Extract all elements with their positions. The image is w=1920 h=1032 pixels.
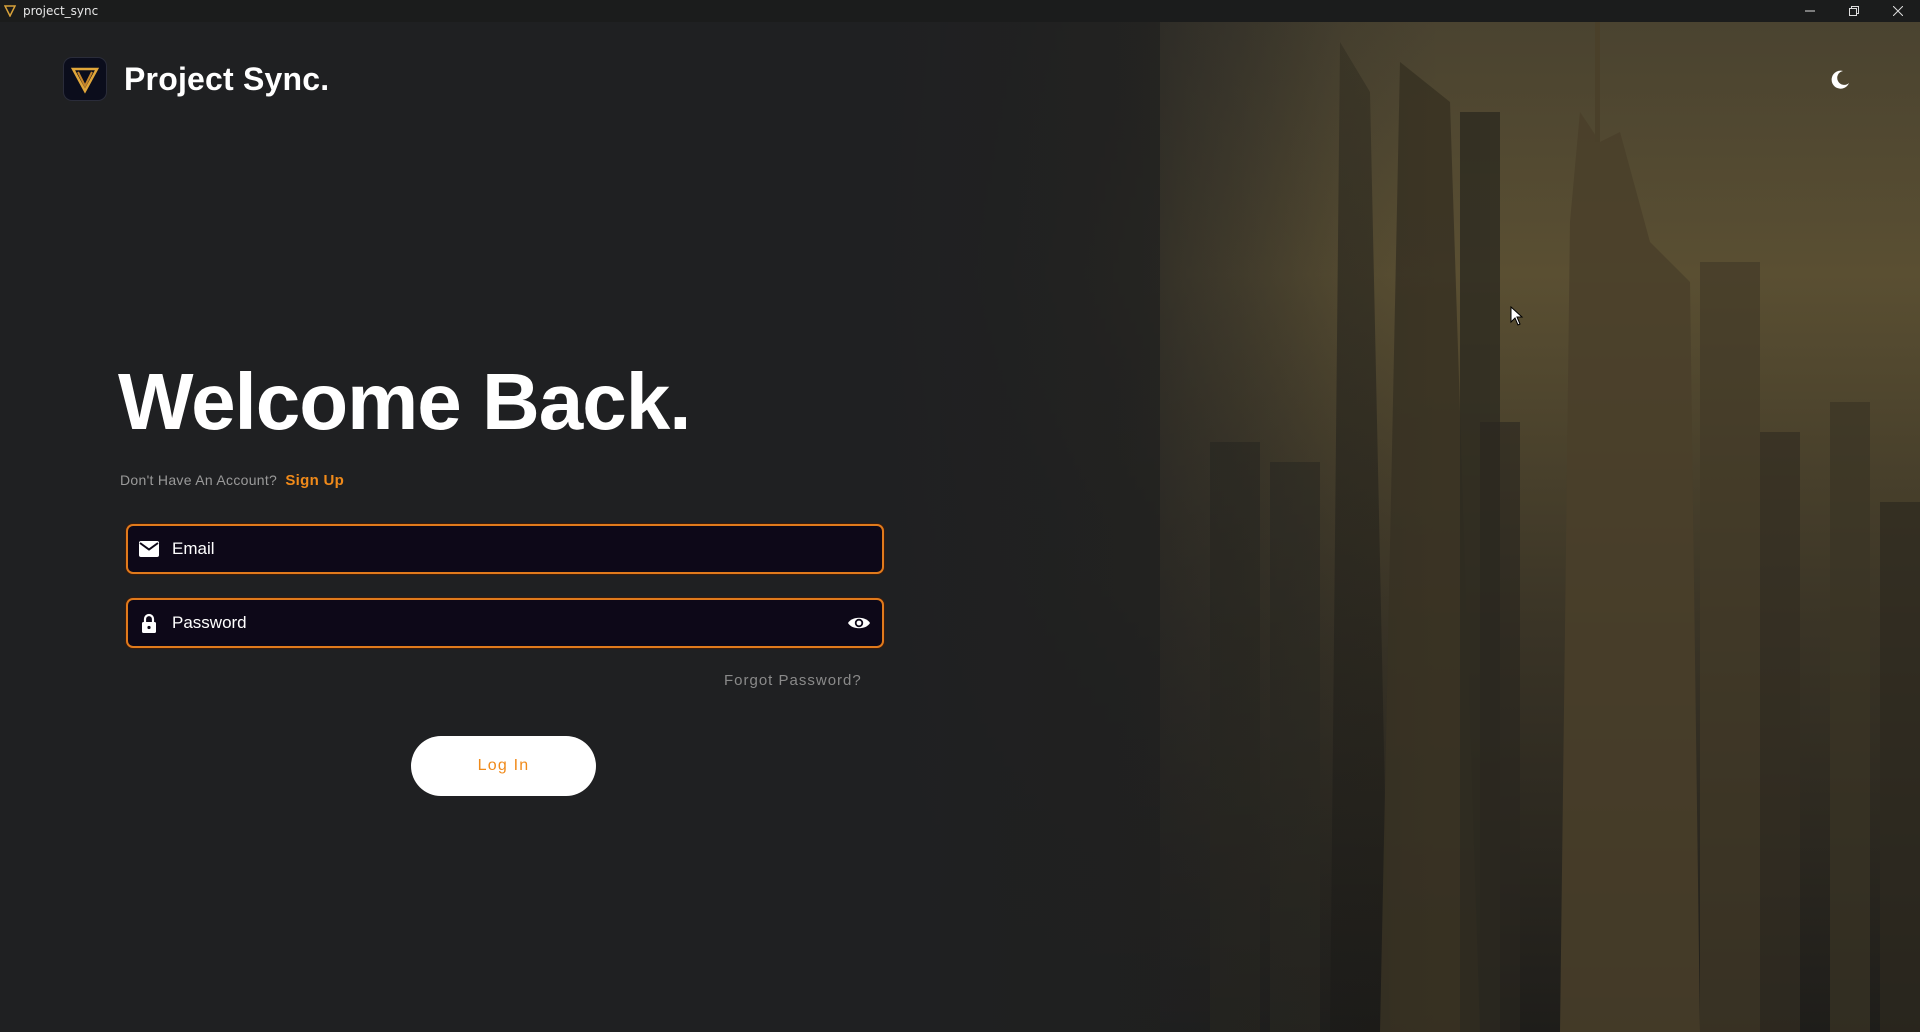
signup-prompt-text: Don't Have An Account? xyxy=(120,472,278,488)
moon-icon[interactable] xyxy=(1826,66,1854,94)
v-triangle-logo-icon xyxy=(64,58,106,100)
page-title: Welcome Back. xyxy=(118,357,691,446)
email-input[interactable] xyxy=(170,525,882,573)
close-icon[interactable] xyxy=(1876,0,1920,22)
signup-link[interactable]: Sign Up xyxy=(285,472,344,489)
password-input[interactable] xyxy=(170,599,846,647)
forgot-password-link[interactable]: Forgot Password? xyxy=(724,672,862,689)
window-titlebar: project_sync xyxy=(0,0,1920,22)
mouse-cursor-icon xyxy=(1510,305,1524,331)
lock-icon xyxy=(138,612,160,634)
eye-icon[interactable] xyxy=(846,612,872,634)
brand: Project Sync. xyxy=(64,58,329,100)
window-title: project_sync xyxy=(23,4,99,18)
password-field[interactable] xyxy=(126,598,884,648)
app-logo-icon xyxy=(3,4,17,18)
restore-icon[interactable] xyxy=(1832,0,1876,22)
email-field[interactable] xyxy=(126,524,884,574)
login-screen: Project Sync. Welcome Back. Don't Have A… xyxy=(0,22,1920,1032)
window-controls xyxy=(1788,0,1920,22)
login-button[interactable]: Log In xyxy=(411,736,596,796)
minimize-icon[interactable] xyxy=(1788,0,1832,22)
mail-icon xyxy=(138,538,160,560)
signup-prompt: Don't Have An Account? Sign Up xyxy=(120,472,344,489)
brand-name: Project Sync. xyxy=(124,60,330,97)
